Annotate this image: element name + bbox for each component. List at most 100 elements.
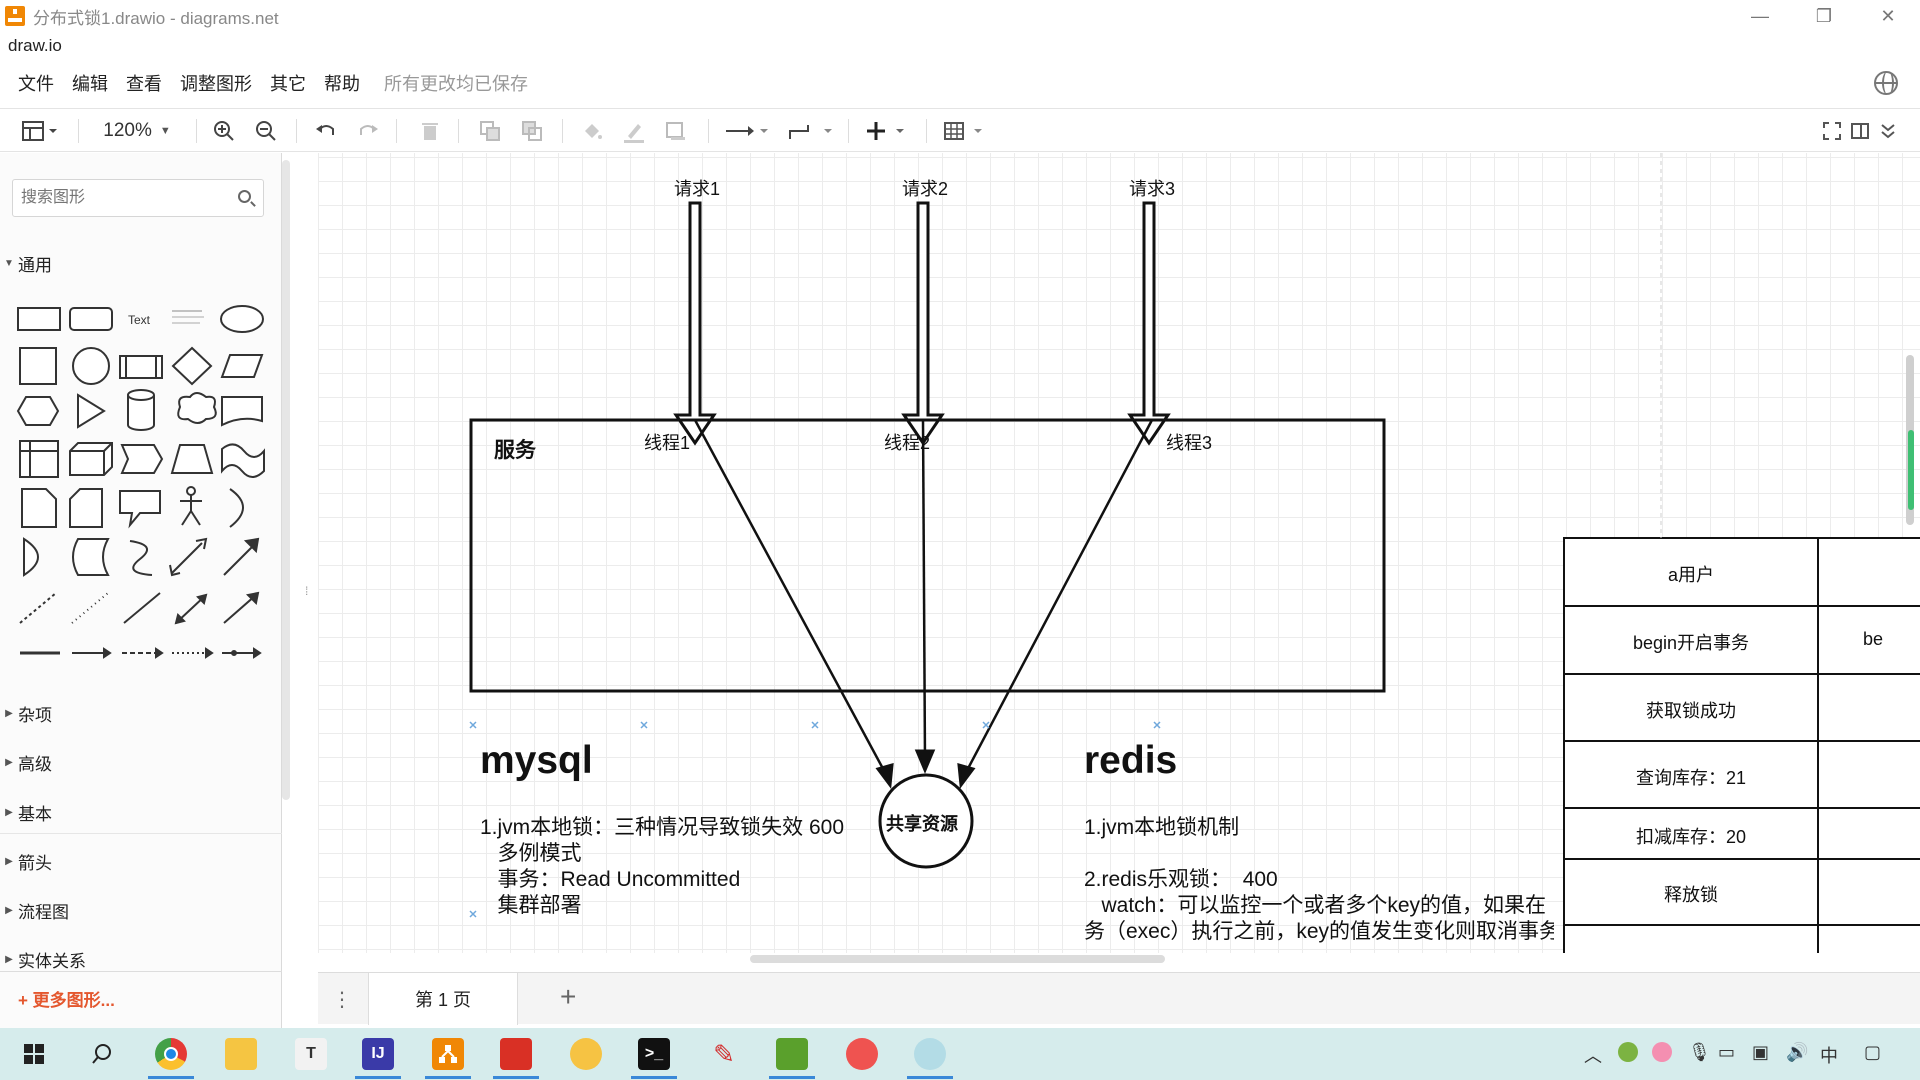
- tray-expand-icon[interactable]: ︿: [1584, 1042, 1602, 1068]
- redis-line-1: 1.jvm本地锁机制: [1084, 816, 1240, 839]
- undo-icon[interactable]: [310, 109, 342, 153]
- format-panel-toggle-icon[interactable]: [14, 109, 64, 153]
- tray-app2-icon[interactable]: [1652, 1042, 1672, 1062]
- section-basic[interactable]: ▶ 基本: [0, 796, 270, 828]
- app-yellow-icon[interactable]: [570, 1038, 602, 1070]
- search-taskbar-icon[interactable]: [86, 1038, 118, 1070]
- minimize-button[interactable]: —: [1728, 0, 1792, 32]
- typora-icon[interactable]: T: [295, 1038, 327, 1070]
- app-red-icon[interactable]: [846, 1038, 878, 1070]
- windows-start-icon[interactable]: [18, 1038, 50, 1070]
- menu-help[interactable]: 帮助: [324, 70, 360, 96]
- redis-title: redis: [1084, 739, 1178, 782]
- canvas-horizontal-scrollbar[interactable]: [750, 955, 1165, 963]
- chrome-icon[interactable]: [155, 1038, 187, 1070]
- shape-search[interactable]: [12, 179, 264, 217]
- delete-icon[interactable]: [414, 109, 446, 153]
- windows-taskbar: T IJ >_ ✎ ︿ 🎙 ▭ ▣ 🔊 中 ▢: [0, 1028, 1920, 1080]
- battery-icon[interactable]: ▭: [1718, 1042, 1735, 1063]
- table-cell-col2-begin: be: [1862, 629, 1884, 649]
- mysql-line-3: 事务：Read Uncommitted: [480, 868, 741, 891]
- mysql-line-2: 多例模式: [480, 842, 582, 865]
- redis-client-icon[interactable]: [500, 1038, 532, 1070]
- file-explorer-icon[interactable]: [225, 1038, 257, 1070]
- canvas-scroll-indicator: [1908, 430, 1914, 510]
- section-arrows[interactable]: ▶ 箭头: [0, 845, 270, 877]
- tab-page-1[interactable]: 第 1 页: [368, 973, 518, 1025]
- diagram-canvas[interactable]: 请求1 请求2 请求3 服务 线程1 线程2 线程3 共享资源 mysql 1.…: [318, 153, 1920, 953]
- tray-app-icon[interactable]: [1618, 1042, 1638, 1062]
- volume-icon[interactable]: 🔊: [1786, 1042, 1808, 1063]
- thread-label-3: 线程3: [1166, 433, 1213, 453]
- redo-icon[interactable]: [352, 109, 384, 153]
- app-blue-icon[interactable]: [914, 1038, 946, 1070]
- thread-label-1: 线程1: [644, 433, 691, 453]
- menu-view[interactable]: 查看: [126, 70, 162, 96]
- redis-line-4: watch：可以监控一个或者多个key的值，如果在: [1084, 894, 1547, 917]
- network-icon[interactable]: ▣: [1752, 1042, 1769, 1063]
- input-method-icon[interactable]: 中: [1820, 1042, 1838, 1068]
- insert-dropdown[interactable]: [862, 109, 916, 153]
- restore-button[interactable]: ❐: [1792, 0, 1856, 32]
- table-cell-lock-acquired: 获取锁成功: [1646, 701, 1736, 721]
- request-label-1: 请求1: [674, 179, 721, 199]
- to-back-icon[interactable]: [516, 109, 548, 153]
- app-name: draw.io: [8, 36, 62, 55]
- mysql-title: mysql: [480, 739, 593, 782]
- add-page-icon[interactable]: +: [560, 981, 576, 1013]
- menu-file[interactable]: 文件: [18, 70, 54, 96]
- zoom-in-icon[interactable]: [208, 109, 240, 153]
- title-bar: 分布式锁1.drawio - diagrams.net — ❐ ✕: [0, 0, 1920, 32]
- waypoints-dropdown[interactable]: [784, 109, 838, 153]
- section-advanced[interactable]: ▶ 高级: [0, 746, 270, 778]
- section-misc[interactable]: ▶ 杂项: [0, 697, 270, 729]
- drawio-logo-icon: [5, 6, 25, 26]
- menu-bar: 文件 编辑 查看 调整图形 其它 帮助 所有更改均已保存: [0, 66, 1920, 100]
- notification-icon[interactable]: ▢: [1864, 1042, 1881, 1063]
- request-arrow-1: [673, 201, 717, 446]
- collapse-toolbar-icon[interactable]: [1874, 109, 1902, 153]
- mysql-line-4: 集群部署: [480, 894, 582, 917]
- language-globe-icon[interactable]: [1874, 71, 1898, 95]
- table-dropdown[interactable]: [940, 109, 994, 153]
- intellij-icon[interactable]: IJ: [362, 1038, 394, 1070]
- pages-menu-icon[interactable]: ⋮: [332, 987, 352, 1012]
- microphone-icon[interactable]: 🎙: [1688, 1042, 1711, 1063]
- zoom-dropdown[interactable]: 120% ▼: [92, 109, 182, 153]
- sidebar-splitter[interactable]: ⁞: [305, 584, 308, 598]
- shape-search-input[interactable]: [13, 180, 223, 216]
- table-cell-query-stock: 查询库存：21: [1635, 768, 1747, 788]
- menu-extras[interactable]: 其它: [270, 70, 306, 96]
- section-flowchart[interactable]: ▶ 流程图: [0, 894, 270, 926]
- terminal-icon[interactable]: >_: [638, 1038, 670, 1070]
- shape-palette[interactable]: Text: [0, 293, 270, 673]
- line-color-icon[interactable]: [618, 109, 650, 153]
- drawio-taskbar-icon[interactable]: [432, 1038, 464, 1070]
- text-shape-label: Text: [128, 313, 151, 327]
- request-label-2: 请求2: [902, 179, 949, 199]
- shapes-sidebar: ▼通用: [0, 153, 282, 1028]
- mysql-line-1: 1.jvm本地锁：三种情况导致锁失效 600: [480, 816, 845, 839]
- connection-style-dropdown[interactable]: [720, 109, 774, 153]
- table-cell-begin: begin开启事务: [1632, 633, 1750, 653]
- spreadsheet-icon[interactable]: [776, 1038, 808, 1070]
- save-status: 所有更改均已保存: [384, 74, 528, 94]
- close-button[interactable]: ✕: [1856, 0, 1920, 32]
- page-tabs-bar: ⋮ 第 1 页 +: [318, 972, 1920, 1025]
- to-front-icon[interactable]: [474, 109, 506, 153]
- table-cell-a-user: a用户: [1667, 565, 1714, 585]
- more-shapes-link[interactable]: + 更多图形...: [18, 986, 115, 1011]
- zoom-out-icon[interactable]: [250, 109, 282, 153]
- format-panel-icon[interactable]: [1846, 109, 1874, 153]
- fullscreen-icon[interactable]: [1818, 109, 1846, 153]
- search-icon[interactable]: [238, 190, 251, 203]
- menu-arrange[interactable]: 调整图形: [180, 70, 252, 96]
- sidebar-scrollbar[interactable]: [282, 160, 290, 800]
- request-arrow-3: [1127, 201, 1171, 446]
- pen-tool-icon[interactable]: ✎: [708, 1038, 740, 1070]
- fill-color-icon[interactable]: [576, 109, 608, 153]
- shadow-icon[interactable]: [660, 109, 692, 153]
- request-arrow-2: [901, 201, 945, 446]
- section-general[interactable]: ▼ 通用: [0, 247, 270, 279]
- menu-edit[interactable]: 编辑: [72, 70, 108, 96]
